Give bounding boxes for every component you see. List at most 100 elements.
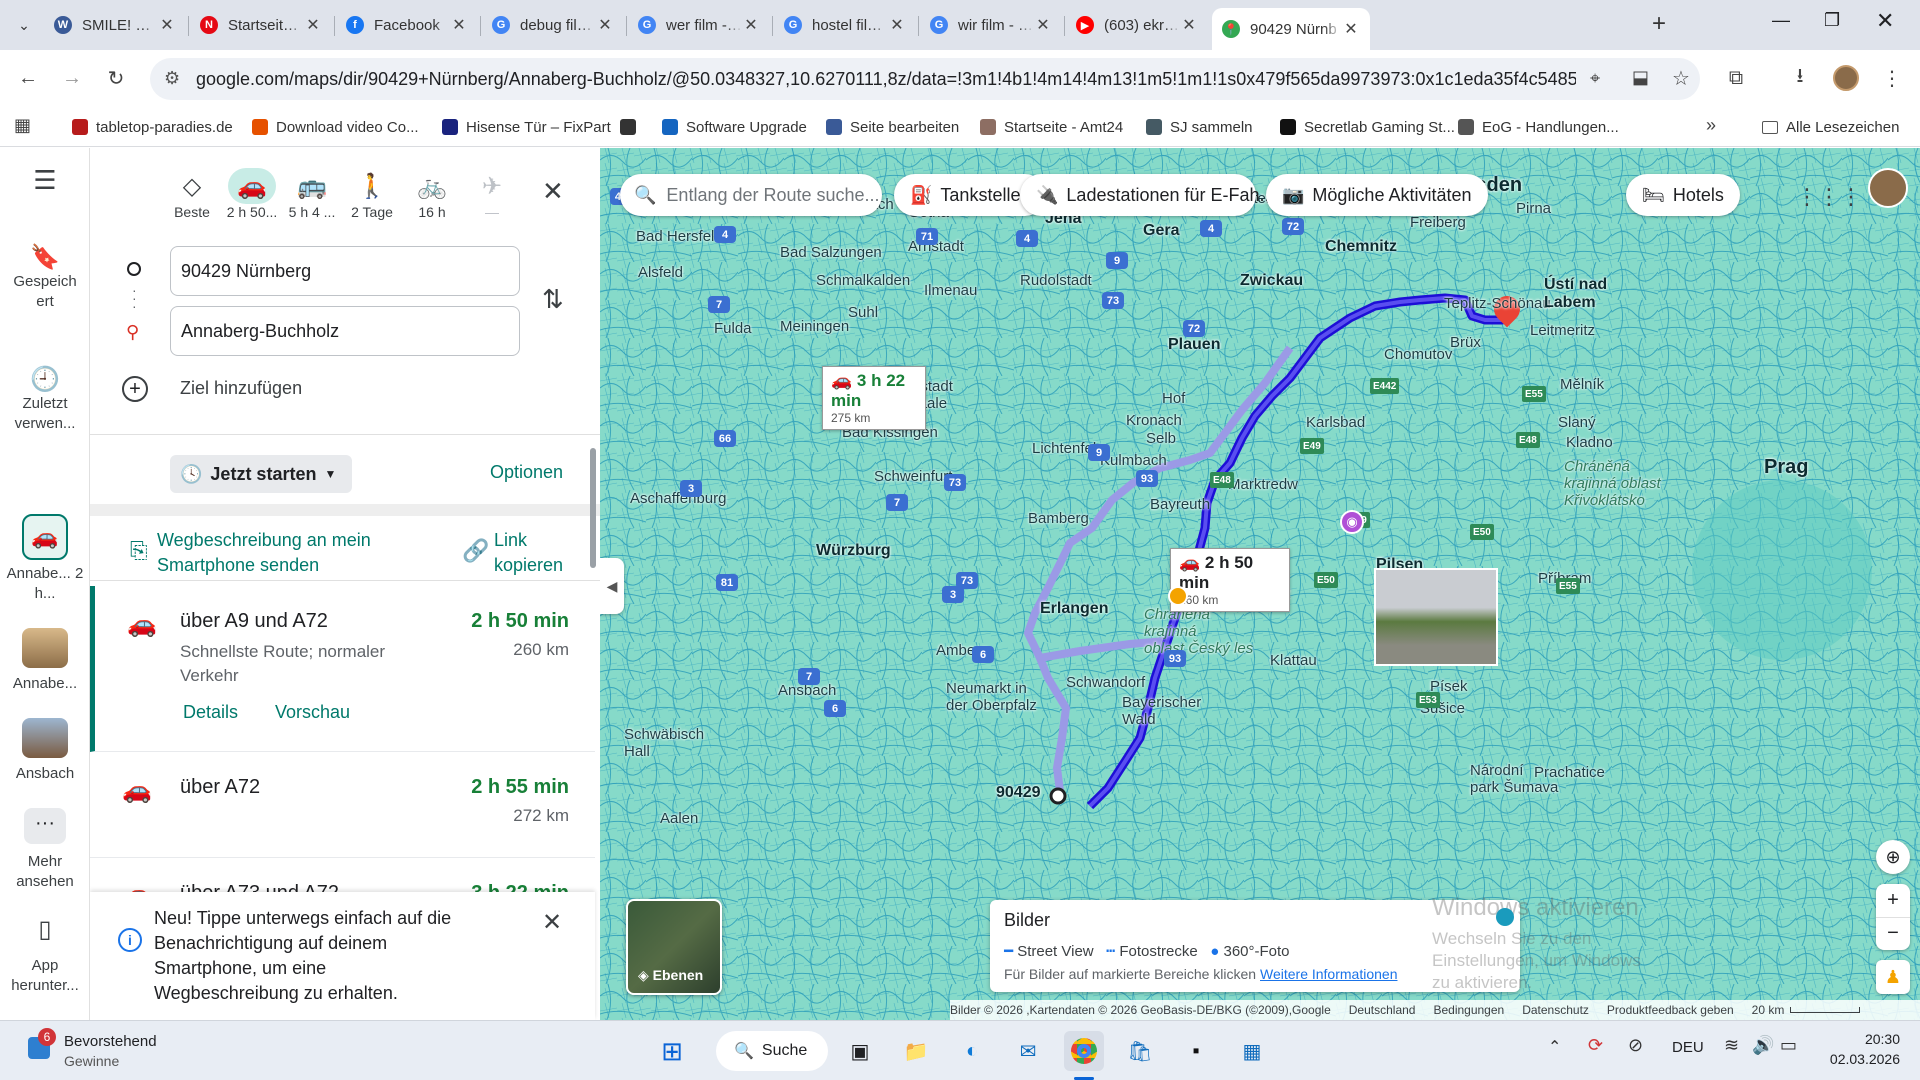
ansbach-thumbnail[interactable] [22, 718, 68, 758]
minimize-button[interactable]: — [1772, 10, 1790, 31]
widget-title[interactable]: Bevorstehend [64, 1033, 157, 1050]
route-details-link[interactable]: Details [183, 702, 238, 723]
bookmark-item[interactable]: Hisense Tür – FixPart [442, 115, 611, 139]
more-bookmarks-icon[interactable]: » [1706, 115, 1716, 136]
send-to-phone-link[interactable]: Wegbeschreibung an mein Smartphone sende… [157, 528, 387, 578]
browser-tab[interactable]: Gwer film - Go✕ [628, 8, 770, 42]
destination-input[interactable]: Annaberg-Buchholz [170, 306, 520, 356]
file-explorer-icon[interactable]: 📁 [896, 1031, 936, 1071]
rail-route-car-icon[interactable]: 🚗 [22, 514, 68, 560]
browser-tab[interactable]: ▶ (603) ekrem ✕ [1066, 8, 1208, 42]
rail-more-label[interactable]: Mehr ansehen [0, 852, 90, 892]
bookmark-item[interactable]: EoG - Handlungen... [1458, 115, 1619, 139]
footer-terms[interactable]: Bedingungen [1433, 1003, 1504, 1017]
browser-tab[interactable]: N Startseite – N✕ [190, 8, 332, 42]
tab-close-icon[interactable]: ✕ [1034, 15, 1052, 35]
menu-icon[interactable]: ☰ [0, 167, 90, 193]
browser-tab[interactable]: 📍 90429 Nürnb ✕ [1212, 8, 1370, 50]
clock-time[interactable]: 20:30 [1830, 1031, 1900, 1047]
browser-tab[interactable]: Ghostel film - (✕ [774, 8, 916, 42]
tab-search-icon[interactable]: ⌄ [8, 9, 40, 41]
annaberg-thumbnail[interactable] [22, 628, 68, 668]
clock-date[interactable]: 02.03.2026 [1810, 1051, 1900, 1067]
route-search-box[interactable]: 🔍 Entlang der Route suche... [620, 174, 882, 216]
network-off-icon[interactable]: ⊘ [1628, 1035, 1643, 1056]
downloads-icon[interactable]: ⭳ [1784, 62, 1816, 94]
extensions-icon[interactable]: ⧉ [1720, 62, 1752, 94]
images-more-link[interactable]: Weitere Informationen [1260, 966, 1397, 982]
tab-close-icon[interactable]: ✕ [1180, 15, 1198, 35]
bookmark-item[interactable]: Secretlab Gaming St... [1280, 115, 1455, 139]
travel-mode-0[interactable]: ◇ Beste [162, 168, 222, 221]
bookmark-item[interactable] [620, 115, 644, 139]
edge-icon[interactable]: ◐ [952, 1031, 992, 1071]
travel-mode-2[interactable]: 🚌 5 h 4 ... [282, 168, 342, 221]
more-icon[interactable]: ··· [24, 808, 66, 844]
alt-route-callout[interactable]: 🚗 3 h 22 min 275 km [822, 366, 926, 430]
google-apps-icon[interactable]: ⋮⋮⋮ [1796, 184, 1862, 210]
origin-input[interactable]: 90429 Nürnberg [170, 246, 520, 296]
tab-close-icon[interactable]: ✕ [158, 15, 176, 35]
tab-close-icon[interactable]: ✕ [304, 15, 322, 35]
url-text[interactable]: google.com/maps/dir/90429+Nürnberg/Annab… [196, 69, 1576, 90]
main-route-callout[interactable]: 🚗 2 h 50 min 260 km [1170, 548, 1290, 612]
bookmark-item[interactable]: Download video Co... [252, 115, 419, 139]
language-indicator[interactable]: DEU [1672, 1039, 1704, 1056]
browser-tab[interactable]: Gdebug film - ✕ [482, 8, 624, 42]
browser-tab[interactable]: f Facebook ✕ [336, 8, 478, 42]
chip-activities[interactable]: 📷 Mögliche Aktivitäten [1266, 174, 1488, 216]
outlook-icon[interactable]: ✉ [1008, 1031, 1048, 1071]
close-notice-icon[interactable]: ✕ [542, 908, 562, 937]
rail-ansbach-label[interactable]: Ansbach [0, 764, 90, 784]
back-icon[interactable]: ← [12, 62, 44, 94]
map-canvas[interactable]: 90429 Erfurt Eisenach Gotha Weimar Jena … [600, 148, 1920, 1020]
location-blocked-icon[interactable]: ⌖ [1590, 68, 1600, 89]
bookmark-item[interactable]: Seite bearbeiten [826, 115, 959, 139]
phone-icon[interactable]: ▯ [0, 918, 90, 942]
start-now-dropdown[interactable]: 🕓 Jetzt starten ▼ [170, 455, 352, 493]
street-view-photo[interactable] [1374, 568, 1498, 666]
menu-dots-icon[interactable]: ⋮ [1876, 62, 1908, 94]
bookmark-item[interactable]: Startseite - Amt24 [980, 115, 1123, 139]
tab-close-icon[interactable]: ✕ [1342, 19, 1360, 39]
wifi-icon[interactable]: ≋ [1724, 1035, 1739, 1056]
install-app-icon[interactable]: ⬓ [1632, 67, 1649, 88]
footer-scale[interactable]: 20 km [1752, 1003, 1785, 1017]
add-destination-icon[interactable]: + [122, 376, 148, 402]
add-destination-label[interactable]: Ziel hinzufügen [180, 378, 302, 399]
footer-feedback[interactable]: Produktfeedback geben [1607, 1003, 1734, 1017]
browser-tab[interactable]: W SMILE! – sun✕ [44, 8, 186, 42]
route-option-1[interactable]: 🚗 über A9 und A72 2 h 50 min 260 km Schn… [90, 586, 595, 752]
zoom-out-button[interactable]: − [1876, 917, 1910, 950]
chip-hotels[interactable]: 🛏 Hotels [1626, 174, 1740, 216]
tab-close-icon[interactable]: ✕ [888, 15, 906, 35]
rail-saved[interactable]: 🔖 Gespeich ert [0, 246, 90, 312]
taskbar-search[interactable]: 🔍 Suche [716, 1031, 828, 1071]
bookmark-item[interactable]: tabletop-paradies.de [72, 115, 233, 139]
rail-route-label[interactable]: Annabe... 2 h... [0, 564, 90, 604]
app-dark-icon[interactable]: ▪ [1176, 1031, 1216, 1071]
account-avatar[interactable] [1868, 168, 1908, 208]
profile-avatar[interactable] [1833, 65, 1859, 91]
gas-station-marker-icon[interactable] [1168, 586, 1188, 606]
swap-icon[interactable]: ⇅ [542, 284, 564, 315]
bookmark-star-icon[interactable]: ☆ [1672, 66, 1690, 91]
bookmark-item[interactable]: SJ sammeln [1146, 115, 1253, 139]
close-directions-icon[interactable]: ✕ [542, 176, 564, 207]
rail-app-label[interactable]: App herunter... [0, 956, 90, 996]
origin-marker[interactable] [1049, 787, 1067, 805]
copy-link-button[interactable]: Link kopieren [494, 528, 574, 578]
tab-close-icon[interactable]: ✕ [742, 15, 760, 35]
chrome-icon[interactable] [1064, 1031, 1104, 1071]
travel-mode-1[interactable]: 🚗 2 h 50... [222, 168, 282, 220]
footer-country[interactable]: Deutschland [1349, 1003, 1416, 1017]
tray-chevron-icon[interactable]: ⌃ [1548, 1037, 1561, 1057]
close-window-button[interactable]: ✕ [1876, 8, 1894, 34]
apps-grid-icon[interactable]: ▦ [14, 115, 31, 136]
chip-ev-charging[interactable]: 🔌 Ladestationen für E-Fah... [1020, 174, 1275, 216]
my-location-button[interactable]: ⊕ [1876, 840, 1910, 874]
route-preview-link[interactable]: Vorschau [275, 702, 350, 723]
route-option-2[interactable]: 🚗 über A72 2 h 55 min 272 km [90, 752, 595, 858]
tab-close-icon[interactable]: ✕ [596, 15, 614, 35]
store-icon[interactable]: 🛍 [1120, 1031, 1160, 1071]
